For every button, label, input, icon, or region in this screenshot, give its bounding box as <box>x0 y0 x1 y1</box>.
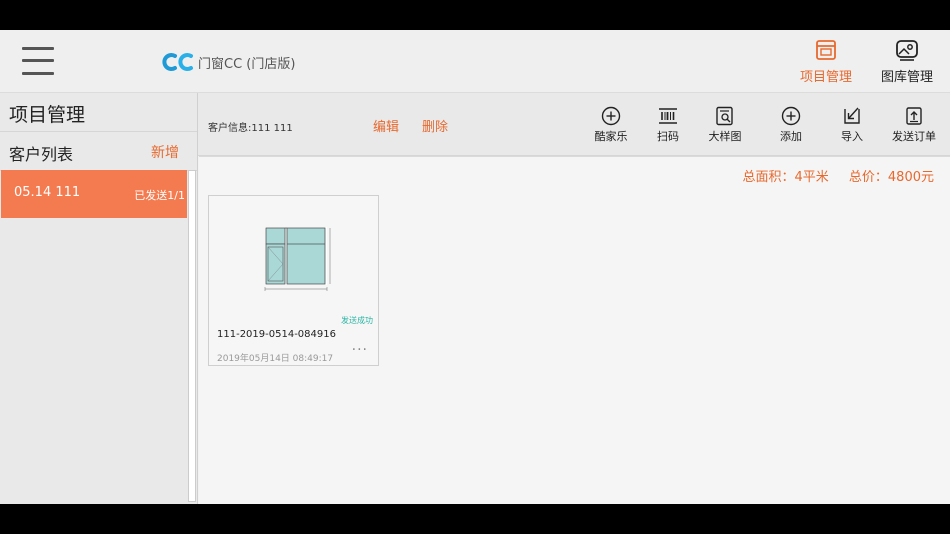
window-design-thumbnail <box>264 227 331 291</box>
order-title: 111-2019-0514-084916 <box>217 329 336 340</box>
customer-info: 客户信息:111 111 <box>208 123 293 134</box>
hamburger-menu-icon[interactable] <box>22 45 54 77</box>
plus-circle-icon <box>601 106 621 126</box>
import-button[interactable]: 导入 <box>824 106 880 150</box>
customer-status: 已发送1/1 <box>134 189 185 202</box>
plus-circle-icon <box>781 106 801 126</box>
app-screen: 门窗CC (门店版) 项目管理 图库管理 项目管理 客户列表 新增 05.14 … <box>0 30 950 504</box>
customer-list-title: 客户列表 <box>9 145 74 164</box>
total-area: 总面积：4平米 <box>742 170 829 185</box>
scan-code-button[interactable]: 扫码 <box>640 106 696 150</box>
barcode-scan-icon <box>659 108 677 124</box>
toolbar-button-label: 导入 <box>841 130 863 143</box>
top-app-bar: 门窗CC (门店版) 项目管理 图库管理 <box>0 30 950 93</box>
import-arrow-icon <box>844 107 860 124</box>
sidebar-title-bar: 项目管理 <box>0 93 197 132</box>
app-logo: 门窗CC (门店版) <box>161 52 295 72</box>
gallery-icon <box>896 40 918 61</box>
customer-list-item[interactable]: 05.14 111 已发送1/1 <box>1 170 187 218</box>
nav-tab-gallery-management[interactable]: 图库管理 <box>875 38 939 86</box>
add-button[interactable]: 添加 <box>763 106 819 150</box>
app-name: 门窗CC (门店版) <box>198 56 296 72</box>
nav-tab-label: 项目管理 <box>799 70 852 85</box>
more-options-icon[interactable]: ··· <box>352 342 368 358</box>
toolbar-button-label: 发送订单 <box>892 130 936 143</box>
project-toolbar: 客户信息:111 111 编辑 删除 酷家乐 扫码 大样图 添加 导入 发送订单 <box>198 93 950 156</box>
toolbar-button-label: 大样图 <box>708 130 742 143</box>
toolbar-button-label: 酷家乐 <box>594 130 628 143</box>
edit-button[interactable]: 编辑 <box>373 116 399 135</box>
order-summary: 总面积：4平米 总价：4800元 <box>742 166 934 185</box>
customer-list-scrollbar[interactable] <box>188 170 196 502</box>
delete-button[interactable]: 删除 <box>422 116 448 135</box>
toolbar-button-label: 添加 <box>780 130 802 143</box>
nav-tab-project-management[interactable]: 项目管理 <box>794 38 858 86</box>
toolbar-button-label: 扫码 <box>657 130 679 143</box>
order-status: 发送成功 <box>341 316 373 325</box>
send-order-button[interactable]: 发送订单 <box>886 106 942 150</box>
customer-list-header: 客户列表 新增 <box>0 132 197 171</box>
total-price: 总价：4800元 <box>848 170 934 185</box>
kujiale-button[interactable]: 酷家乐 <box>583 106 639 150</box>
sidebar: 项目管理 客户列表 新增 05.14 111 已发送1/1 <box>0 93 198 504</box>
customer-name: 05.14 111 <box>14 185 81 200</box>
order-card[interactable]: 发送成功 111-2019-0514-084916 2019年05月14日 08… <box>208 195 379 366</box>
document-search-icon <box>716 106 733 126</box>
cc-logo-icon <box>162 53 193 71</box>
send-order-icon <box>906 107 922 125</box>
nav-tab-label: 图库管理 <box>880 70 933 85</box>
project-window-icon <box>816 40 836 60</box>
order-date: 2019年05月14日 08:49:17 <box>217 354 334 364</box>
add-customer-button[interactable]: 新增 <box>151 142 179 162</box>
detail-drawing-button[interactable]: 大样图 <box>697 106 753 150</box>
order-content-area: 总面积：4平米 总价：4800元 发送成功 111-2019-0514-0849… <box>199 156 950 504</box>
sidebar-title: 项目管理 <box>9 104 86 126</box>
